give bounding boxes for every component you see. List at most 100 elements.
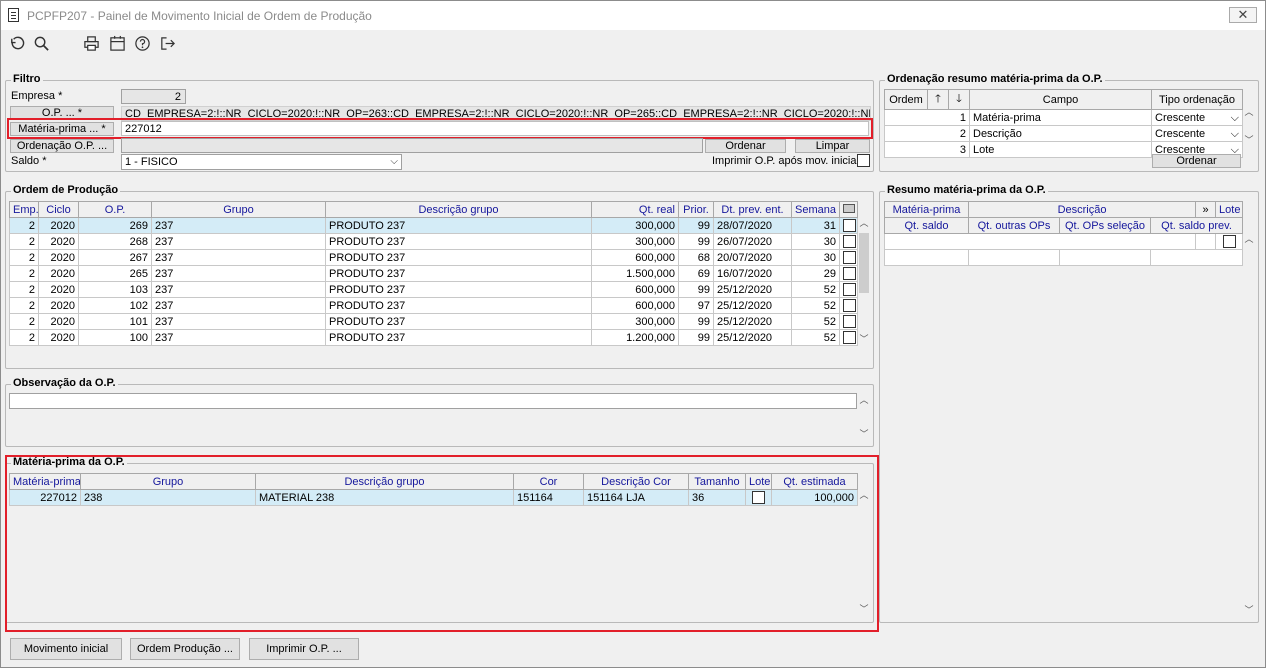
row-checkbox[interactable]: [839, 233, 858, 250]
row-checkbox[interactable]: [839, 281, 858, 298]
dt-prev-cell: 25/12/2020: [713, 313, 792, 330]
qt-real-cell: 1.200,000: [591, 329, 679, 346]
exit-icon[interactable]: [158, 34, 176, 52]
grupo-cell: 237: [151, 233, 326, 250]
move-down-icon[interactable]: 🡓: [948, 89, 970, 110]
table-row[interactable]: 2 2020 103 237 PRODUTO 237 600,000 99 25…: [9, 281, 858, 298]
limpar-button[interactable]: Limpar: [795, 139, 870, 153]
row-checkbox[interactable]: [839, 217, 858, 234]
row-checkbox[interactable]: [839, 297, 858, 314]
empty-cell: [1149, 249, 1244, 266]
filtro-title: Filtro: [11, 73, 43, 85]
saldo-select[interactable]: 1 - FISICO ⌵: [121, 154, 402, 170]
table-row[interactable]: [884, 249, 1244, 266]
col-prior: Prior.: [678, 201, 714, 218]
help-icon[interactable]: [133, 34, 151, 52]
search-icon[interactable]: [32, 34, 50, 52]
grupo-cell: 237: [151, 297, 326, 314]
imprimir-op-button[interactable]: Imprimir O.P. ...: [249, 638, 359, 660]
table-row[interactable]: 2 2020 265 237 PRODUTO 237 1.500,000 69 …: [9, 265, 858, 282]
scroll-up-icon[interactable]: ︿: [857, 394, 871, 406]
campo-cell: Lote: [969, 141, 1152, 158]
empty-cell: [1059, 249, 1151, 266]
ordem-producao-table: Emp. Ciclo O.P. Grupo Descrição grupo Qt…: [9, 201, 858, 346]
col-qt-outras-ops: Qt. outras OPs: [968, 217, 1060, 234]
descricao-cell: PRODUTO 237: [325, 265, 592, 282]
col-qt-saldo: Qt. saldo: [884, 217, 969, 234]
table-row[interactable]: 1 Matéria-prima Crescente ⌵: [884, 109, 1243, 126]
op-cell: 267: [78, 249, 152, 266]
table-row[interactable]: 2 2020 267 237 PRODUTO 237 600,000 68 20…: [9, 249, 858, 266]
observacao-scrollbar[interactable]: ︿ ﹀: [857, 394, 871, 440]
scroll-up-icon[interactable]: ︿: [857, 217, 871, 229]
emp-cell: 2: [9, 217, 39, 234]
col-qt-saldo-prev: Qt. saldo prev.: [1149, 217, 1244, 234]
row-checkbox[interactable]: [839, 329, 858, 346]
resumo-title: Resumo matéria-prima da O.P.: [885, 184, 1048, 196]
emp-cell: 2: [9, 265, 39, 282]
close-button[interactable]: ✕: [1229, 7, 1257, 23]
table-row[interactable]: 2 2020 100 237 PRODUTO 237 1.200,000 99 …: [9, 329, 858, 346]
table-row[interactable]: 2 2020 101 237 PRODUTO 237 300,000 99 25…: [9, 313, 858, 330]
dt-prev-cell: 26/07/2020: [713, 233, 792, 250]
emp-cell: 2: [9, 249, 39, 266]
tipo-select[interactable]: Crescente ⌵: [1151, 109, 1243, 126]
col-qt-real: Qt. real: [591, 201, 679, 218]
scroll-down-icon[interactable]: ﹀: [1242, 604, 1256, 616]
descricao-cell: PRODUTO 237: [325, 297, 592, 314]
prior-cell: 99: [678, 313, 714, 330]
row-checkbox[interactable]: [839, 313, 858, 330]
scroll-down-icon[interactable]: ﹀: [857, 333, 871, 345]
ordenar-resumo-button[interactable]: Ordenar: [1152, 154, 1241, 168]
highlight-materia-filter: [7, 118, 873, 139]
resumo-scrollbar[interactable]: ︿ ﹀: [1242, 233, 1256, 616]
col-lote: Lote: [1215, 201, 1244, 218]
descricao-cell: PRODUTO 237: [325, 329, 592, 346]
scroll-up-icon[interactable]: ︿: [1242, 233, 1256, 245]
ordenacao-resumo-title: Ordenação resumo matéria-prima da O.P.: [885, 73, 1105, 85]
qt-real-cell: 300,000: [591, 233, 679, 250]
resumo-table: Matéria-prima Descrição » Lote Qt. saldo…: [883, 201, 1244, 266]
table-row[interactable]: 2 Descrição Crescente ⌵: [884, 125, 1243, 142]
move-up-icon[interactable]: 🡑: [927, 89, 949, 110]
scroll-thumb[interactable]: [859, 233, 869, 293]
col-tipo-ordenacao: Tipo ordenação: [1151, 89, 1243, 110]
expand-icon[interactable]: »: [1195, 201, 1217, 218]
scroll-down-icon[interactable]: ﹀: [1242, 134, 1256, 146]
ciclo-cell: 2020: [38, 297, 79, 314]
ordem-cell: 3: [884, 141, 970, 158]
dt-prev-cell: 16/07/2020: [713, 265, 792, 282]
row-checkbox[interactable]: [839, 265, 858, 282]
ordenar-button[interactable]: Ordenar: [705, 139, 786, 153]
qt-real-cell: 1.500,000: [591, 265, 679, 282]
ordem-producao-button[interactable]: Ordem Produção ...: [130, 638, 240, 660]
undo-icon[interactable]: [7, 34, 25, 52]
calendar-icon[interactable]: [108, 34, 126, 52]
table-row[interactable]: 2 2020 268 237 PRODUTO 237 300,000 99 26…: [9, 233, 858, 250]
print-icon[interactable]: [82, 34, 100, 52]
ciclo-cell: 2020: [38, 249, 79, 266]
observacao-input[interactable]: [9, 393, 857, 409]
scroll-down-icon[interactable]: ﹀: [857, 428, 871, 440]
semana-cell: 52: [791, 313, 840, 330]
grupo-cell: 237: [151, 249, 326, 266]
ordem-producao-scrollbar[interactable]: ︿ ﹀: [857, 217, 871, 345]
table-row[interactable]: [883, 233, 1244, 250]
qt-real-cell: 600,000: [591, 281, 679, 298]
ordenacao-scrollbar[interactable]: ︿ ﹀: [1242, 106, 1256, 146]
col-qt-ops-selecao: Qt. OPs seleção: [1059, 217, 1151, 234]
movimento-inicial-button[interactable]: Movimento inicial: [10, 638, 122, 660]
table-row[interactable]: 2 2020 269 237 PRODUTO 237 300,000 99 28…: [9, 217, 858, 234]
row-checkbox[interactable]: [839, 249, 858, 266]
scroll-up-icon[interactable]: ︿: [1242, 106, 1256, 118]
empresa-field[interactable]: 2: [121, 89, 186, 104]
lote-checkbox[interactable]: [1215, 233, 1244, 250]
select-all-checkbox[interactable]: [839, 201, 858, 218]
emp-cell: 2: [9, 313, 39, 330]
descricao-cell: PRODUTO 237: [325, 217, 592, 234]
ordenacao-op-field[interactable]: [121, 138, 703, 153]
table-row[interactable]: 2 2020 102 237 PRODUTO 237 600,000 97 25…: [9, 297, 858, 314]
ordenacao-op-button[interactable]: Ordenação O.P. ...: [10, 139, 114, 153]
imprimir-op-checkbox[interactable]: [857, 154, 870, 167]
tipo-select[interactable]: Crescente ⌵: [1151, 125, 1243, 142]
